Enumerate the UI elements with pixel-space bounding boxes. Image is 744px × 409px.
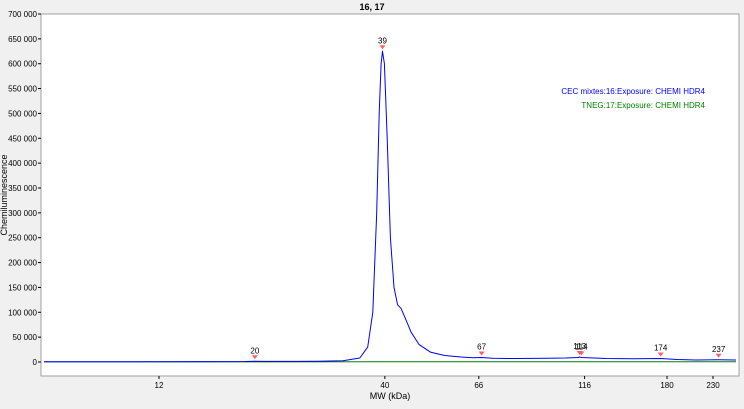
chart-title: 16, 17 bbox=[359, 2, 384, 12]
x-tick-label: 180 bbox=[660, 381, 674, 390]
x-axis-label: MW (kDa) bbox=[370, 391, 411, 401]
y-tick-label: 600 000 bbox=[8, 60, 37, 69]
x-tick-label: 12 bbox=[155, 381, 164, 390]
x-tick-label: 116 bbox=[578, 381, 591, 390]
peak-label: 39 bbox=[378, 36, 387, 45]
plot-area bbox=[41, 14, 739, 376]
y-tick-label: 400 000 bbox=[8, 159, 37, 168]
chart-container: 16, 17 MW (kDa) Chemiluminescence 050 00… bbox=[0, 0, 744, 404]
peak-label: 20 bbox=[250, 346, 259, 355]
y-tick-label: 200 000 bbox=[8, 259, 37, 268]
y-tick-label: 700 000 bbox=[8, 10, 37, 19]
y-tick-label: 650 000 bbox=[8, 35, 37, 44]
peak-label: 114 bbox=[575, 343, 588, 352]
y-tick-label: 50 000 bbox=[13, 333, 38, 342]
legend-entry: TNEG:17:Exposure: CHEMI HDR4 bbox=[581, 101, 705, 110]
peak-label: 237 bbox=[712, 345, 726, 354]
y-tick-label: 300 000 bbox=[8, 209, 37, 218]
y-tick-label: 350 000 bbox=[8, 184, 37, 193]
y-tick-label: 550 000 bbox=[8, 85, 37, 94]
y-tick-label: 0 bbox=[33, 358, 38, 367]
y-tick-label: 250 000 bbox=[8, 234, 37, 243]
y-axis-ticks: 0 50 000 100 000 150 000 200 000 250 000 300 0… bbox=[8, 10, 41, 367]
legend-entry: CEC mixtes:16:Exposure: CHEMI HDR4 bbox=[561, 87, 705, 96]
peak-label: 67 bbox=[477, 343, 486, 352]
y-tick-label: 450 000 bbox=[8, 134, 37, 143]
y-tick-label: 150 000 bbox=[8, 283, 37, 292]
x-tick-label: 40 bbox=[380, 381, 389, 390]
y-tick-label: 100 000 bbox=[8, 308, 37, 317]
x-tick-label: 230 bbox=[706, 381, 720, 390]
y-tick-label: 500 000 bbox=[8, 109, 37, 118]
x-tick-label: 66 bbox=[474, 381, 483, 390]
peak-label: 174 bbox=[654, 344, 668, 353]
chemiluminescence-chart: 16, 17 MW (kDa) Chemiluminescence 050 00… bbox=[0, 0, 744, 404]
